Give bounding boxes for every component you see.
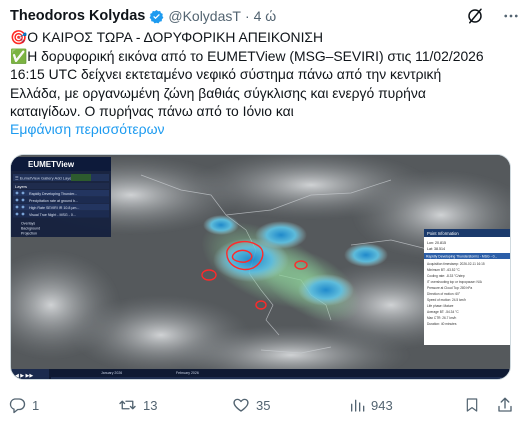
point-info-row: Duration: 40 minutes: [427, 322, 457, 326]
point-info-row: Average BT: -54.34 °C: [427, 310, 459, 314]
tweet-text: 🎯Ο ΚΑΙΡΟΣ ΤΩΡΑ - ΔΟΡΥΦΟΡΙΚΗ ΑΠΕΙΚΟΝΙΣΗ ✅…: [10, 28, 510, 121]
eumetview-map: EUMETView ☰ EumetView Gallery Add Layer …: [11, 155, 510, 379]
point-info-row: Speed of motion: 24.5 km/h: [427, 298, 466, 302]
reply-button[interactable]: 1: [8, 394, 39, 416]
svg-text:◀ ▶ ▶▶: ◀ ▶ ▶▶: [15, 373, 33, 379]
point-info-row: Minimum BT: -63.52 °C: [427, 268, 461, 272]
layer-item: Precipitation rate at ground b...: [29, 199, 78, 203]
satellite-image[interactable]: EUMETView ☰ EumetView Gallery Add Layer …: [10, 154, 511, 380]
action-bar: 1 13 35 943: [0, 394, 531, 416]
point-lon: Lon: 20.815: [427, 241, 446, 245]
point-info-title: Point Information: [427, 231, 459, 236]
retweet-icon: [119, 400, 136, 410]
point-info-subtitle: Rapidly Developing Thunderstorms - MSG -…: [426, 255, 497, 259]
tweet-line: 16:15 UTC δείχνει εκτεταμένο νεφικό σύστ…: [10, 66, 442, 82]
bookmark-button[interactable]: [464, 394, 480, 416]
tweet-line: Ελλάδα, με οργανωμένη ζώνη βαθιάς σύγκλι…: [10, 84, 426, 101]
bookmark-icon: [466, 398, 478, 412]
author-handle[interactable]: @KolydasT: [168, 8, 241, 24]
layers-panel: EUMETView ☰ EumetView Gallery Add Layer …: [11, 157, 111, 237]
point-info-row: Direction of motion: 60°: [427, 292, 461, 296]
more-icon[interactable]: [501, 6, 521, 26]
point-info-row: Acquisition timestamp: 2026-02-11 16:15: [427, 262, 485, 266]
timeline-month: February 2026: [176, 371, 199, 375]
timeline-bar: ◀ ▶ ▶▶ January 2026 February 2026: [11, 369, 510, 379]
point-info-row: Life phase: Mature: [427, 304, 454, 308]
like-icon: [233, 398, 249, 412]
share-button[interactable]: [496, 394, 514, 416]
app-title: EUMETView: [28, 160, 75, 169]
layer-item: High Rate SEVIRI IR 10.8 µm...: [29, 206, 79, 210]
retweet-count: 13: [143, 397, 158, 413]
separator-dot: ·: [244, 8, 250, 24]
show-more-link[interactable]: Εμφάνιση περισσότερων: [10, 121, 165, 137]
point-info-row: Cooling rate: -8.33 °C/step: [427, 274, 465, 278]
grok-slash-icon[interactable]: [465, 6, 485, 26]
point-info-panel: Point Information Lon: 20.815 Lat: 38.51…: [424, 229, 510, 345]
timeline-month: January 2026: [101, 371, 122, 375]
point-lat: Lat: 38.514: [427, 247, 445, 251]
views-count: 943: [371, 397, 393, 413]
layers-title: Layers: [15, 184, 27, 189]
tweet-header: Theodoros Kolydas @KolydasT · 4 ώ: [10, 6, 521, 26]
retweet-button[interactable]: 13: [118, 394, 157, 416]
tweet-line: καταιγίδων. Ο πυρήνας πάνω από το Ιόνιο …: [10, 103, 294, 119]
tweet-line: ✅Η δορυφορική εικόνα από το EUMETView (M…: [10, 47, 484, 64]
toolbar-text: ☰ EumetView Gallery Add Layer: [15, 176, 73, 181]
point-info-row: Max CTR: 26.7 km/h: [427, 316, 456, 320]
panel-section: Projection: [21, 232, 37, 236]
point-info-row: IT overshooting top or tropopause: N/A: [427, 280, 483, 284]
like-button[interactable]: 35: [232, 394, 270, 416]
panel-section: Background: [21, 227, 40, 231]
post-time[interactable]: 4 ώ: [254, 8, 277, 24]
verified-badge-icon: [149, 9, 164, 24]
reply-count: 1: [32, 397, 40, 413]
like-count: 35: [256, 397, 271, 413]
views-icon: [351, 399, 365, 412]
share-icon: [498, 397, 512, 412]
layer-item: Visual True Night - MSG - 0...: [29, 213, 76, 217]
views-button[interactable]: 943: [349, 394, 393, 416]
panel-section: Overlays: [21, 222, 35, 226]
point-info-row: Pressure at Cloud Top: 280 hPa: [427, 286, 472, 290]
author-name[interactable]: Theodoros Kolydas: [10, 8, 145, 24]
tweet-line: 🎯Ο ΚΑΙΡΟΣ ΤΩΡΑ - ΔΟΡΥΦΟΡΙΚΗ ΑΠΕΙΚΟΝΙΣΗ: [10, 29, 324, 45]
layer-item: Rapidly Developing Thunder...: [29, 192, 77, 196]
reply-icon: [9, 398, 26, 414]
